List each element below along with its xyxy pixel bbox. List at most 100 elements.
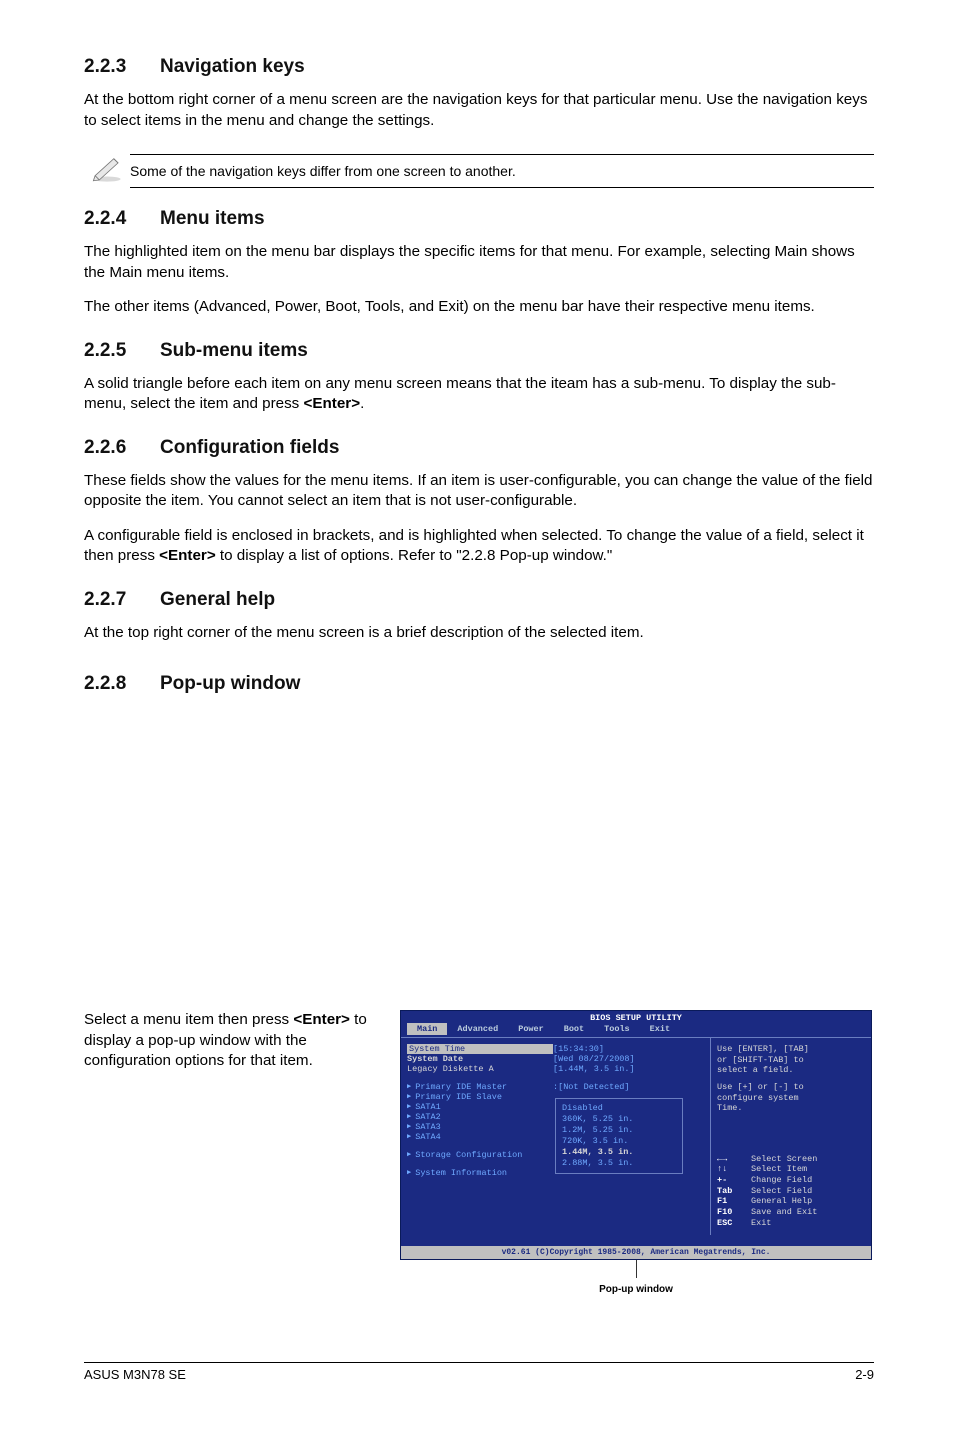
popup-option[interactable]: 360K, 5.25 in. xyxy=(562,1114,676,1125)
legend-row: F1General Help xyxy=(717,1196,865,1207)
label: SATA1 xyxy=(407,1102,553,1112)
popup-option[interactable]: 1.2M, 5.25 in. xyxy=(562,1125,676,1136)
help-line: Use [+] or [-] to xyxy=(717,1082,865,1093)
help-line: Use [ENTER], [TAB] xyxy=(717,1044,865,1055)
heading-num: 2.2.3 xyxy=(84,56,160,78)
legend-row: F10Save and Exit xyxy=(717,1207,865,1218)
bios-tab-exit[interactable]: Exit xyxy=(640,1023,680,1035)
key-enter: <Enter> xyxy=(159,547,216,564)
legend-val: General Help xyxy=(751,1196,812,1207)
bios-right-pane: Use [ENTER], [TAB] or [SHIFT-TAB] to sel… xyxy=(711,1038,871,1235)
paragraph: The highlighted item on the menu bar dis… xyxy=(84,242,874,283)
label: SATA3 xyxy=(407,1122,553,1132)
note-text: Some of the navigation keys differ from … xyxy=(130,155,874,187)
label: SATA2 xyxy=(407,1112,553,1122)
section-popup-window: 2.2.8Pop-up window xyxy=(84,673,874,695)
text: Select a menu item then press xyxy=(84,1011,293,1028)
note-text-wrap: Some of the navigation keys differ from … xyxy=(130,154,874,188)
callout-line xyxy=(636,1260,637,1278)
value: [1.44M, 3.5 in.] xyxy=(553,1064,635,1074)
bios-row-system-date[interactable]: System Date [Wed 08/27/2008] xyxy=(407,1054,704,1064)
bios-body: System Time [15:34:30] System Date [Wed … xyxy=(401,1037,871,1235)
legend-val: Exit xyxy=(751,1218,771,1229)
value: [15:34:30] xyxy=(553,1044,604,1054)
legend-row: ESCExit xyxy=(717,1218,865,1229)
popup-option[interactable]: 720K, 3.5 in. xyxy=(562,1136,676,1147)
note-block: Some of the navigation keys differ from … xyxy=(84,153,874,188)
legend-key: +- xyxy=(717,1175,751,1186)
heading-227: 2.2.7General help xyxy=(84,589,874,611)
label: Legacy Diskette A xyxy=(407,1064,553,1074)
heading-title: General help xyxy=(160,589,275,610)
bios-tab-main[interactable]: Main xyxy=(407,1023,447,1035)
legend-key: ESC xyxy=(717,1218,751,1229)
pencil-icon xyxy=(84,153,130,188)
bios-title: BIOS SETUP UTILITY xyxy=(401,1011,871,1023)
popup-option[interactable]: 2.88M, 3.5 in. xyxy=(562,1158,676,1169)
section-submenu-items: 2.2.5Sub-menu items A solid triangle bef… xyxy=(84,340,874,415)
label: Primary IDE Master xyxy=(407,1082,553,1092)
section-general-help: 2.2.7General help At the top right corne… xyxy=(84,589,874,644)
value: [Wed 08/27/2008] xyxy=(553,1054,635,1064)
key-enter: <Enter> xyxy=(293,1011,350,1028)
bios-screenshot: BIOS SETUP UTILITY Main Advanced Power B… xyxy=(400,1010,872,1295)
help-line: Time. xyxy=(717,1103,865,1114)
popup-option-selected[interactable]: 1.44M, 3.5 in. xyxy=(562,1147,676,1158)
legend-key: F1 xyxy=(717,1196,751,1207)
section-menu-items: 2.2.4Menu items The highlighted item on … xyxy=(84,208,874,318)
label: Primary IDE Slave xyxy=(407,1092,553,1102)
footer-left: ASUS M3N78 SE xyxy=(84,1367,186,1382)
section-config-fields: 2.2.6Configuration fields These fields s… xyxy=(84,437,874,567)
heading-title: Navigation keys xyxy=(160,56,305,77)
heading-228: 2.2.8Pop-up window xyxy=(84,673,874,695)
popup-option[interactable]: Disabled xyxy=(562,1103,676,1114)
legend-key: ←→ xyxy=(717,1154,751,1165)
section-navigation-keys: 2.2.3Navigation keys At the bottom right… xyxy=(84,56,874,131)
bios-tab-boot[interactable]: Boot xyxy=(554,1023,594,1035)
paragraph: At the top right corner of the menu scre… xyxy=(84,623,874,644)
key-enter: <Enter> xyxy=(304,395,361,412)
value: :[Not Detected] xyxy=(553,1082,630,1092)
heading-223: 2.2.3Navigation keys xyxy=(84,56,874,78)
heading-226: 2.2.6Configuration fields xyxy=(84,437,874,459)
heading-num: 2.2.6 xyxy=(84,437,160,459)
text: to display a list of options. Refer to "… xyxy=(216,547,613,564)
bios-tab-advanced[interactable]: Advanced xyxy=(447,1023,508,1035)
legend-row: ←→Select Screen xyxy=(717,1154,865,1165)
legend-row: +-Change Field xyxy=(717,1175,865,1186)
heading-title: Sub-menu items xyxy=(160,340,308,361)
label: Storage Configuration xyxy=(407,1150,522,1160)
heading-title: Menu items xyxy=(160,208,265,229)
legend-key: F10 xyxy=(717,1207,751,1218)
paragraph: At the bottom right corner of a menu scr… xyxy=(84,90,874,131)
heading-title: Configuration fields xyxy=(160,437,339,458)
legend-val: Save and Exit xyxy=(751,1207,817,1218)
legend-val: Select Item xyxy=(751,1164,807,1175)
legend-key: Tab xyxy=(717,1186,751,1197)
paragraph: These fields show the values for the men… xyxy=(84,471,874,512)
text: A solid triangle before each item on any… xyxy=(84,375,836,413)
bios-tab-power[interactable]: Power xyxy=(508,1023,554,1035)
heading-num: 2.2.4 xyxy=(84,208,160,230)
bios-menubar: Main Advanced Power Boot Tools Exit xyxy=(401,1023,871,1037)
bios-row-primary-master[interactable]: Primary IDE Master :[Not Detected] xyxy=(407,1082,704,1092)
text: . xyxy=(360,395,364,412)
heading-num: 2.2.8 xyxy=(84,673,160,695)
bios-footer: v02.61 (C)Copyright 1985-2008, American … xyxy=(401,1246,871,1259)
legend-val: Select Field xyxy=(751,1186,812,1197)
bios-tab-tools[interactable]: Tools xyxy=(594,1023,640,1035)
heading-num: 2.2.5 xyxy=(84,340,160,362)
popup-description: Select a menu item then press <Enter> to… xyxy=(84,1010,384,1072)
divider xyxy=(130,187,874,188)
bios-popup[interactable]: Disabled 360K, 5.25 in. 1.2M, 5.25 in. 7… xyxy=(555,1098,683,1174)
help-line: or [SHIFT-TAB] to xyxy=(717,1055,865,1066)
paragraph: The other items (Advanced, Power, Boot, … xyxy=(84,297,874,318)
bios-row-system-time[interactable]: System Time [15:34:30] xyxy=(407,1044,704,1054)
bios-row-legacy-diskette[interactable]: Legacy Diskette A [1.44M, 3.5 in.] xyxy=(407,1064,704,1074)
label: System Date xyxy=(407,1054,553,1064)
legend-val: Change Field xyxy=(751,1175,812,1186)
bios-left-pane: System Time [15:34:30] System Date [Wed … xyxy=(401,1038,711,1235)
help-line: select a field. xyxy=(717,1065,865,1076)
label: System Time xyxy=(407,1044,553,1054)
label: SATA4 xyxy=(407,1132,553,1142)
